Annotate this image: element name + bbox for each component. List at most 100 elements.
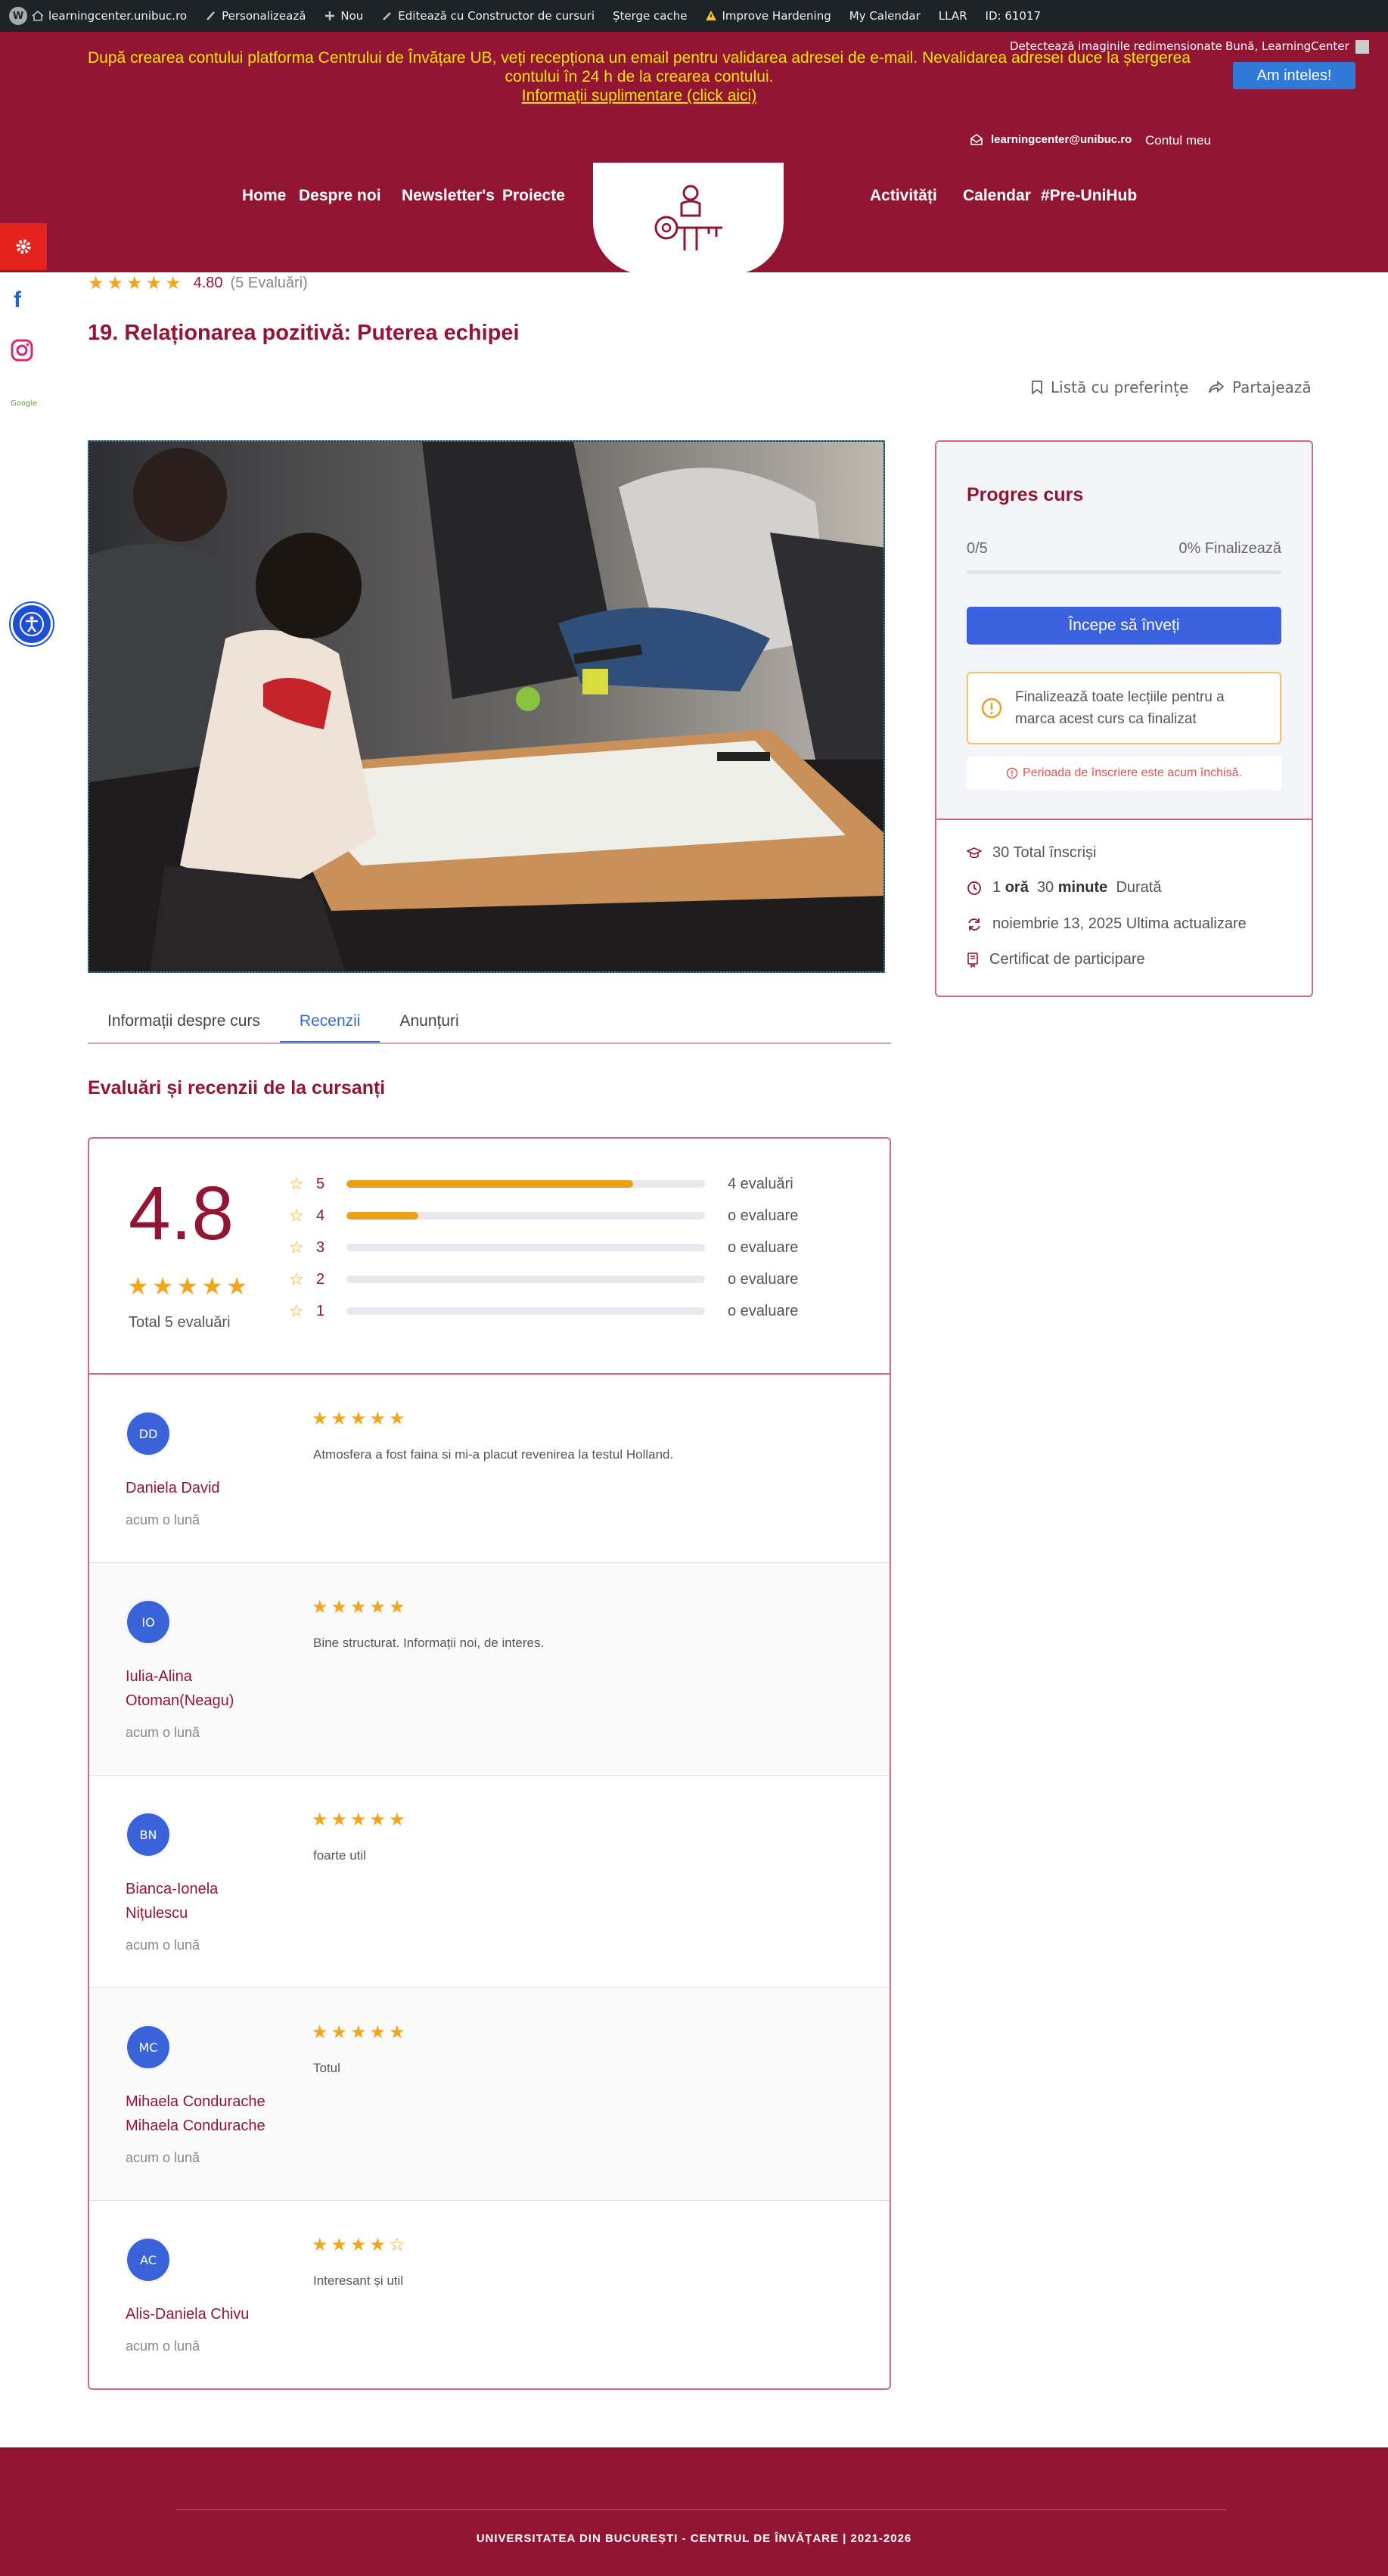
rating-value: 4.80 — [193, 275, 223, 291]
course-rating: ★★★★★ 4.80 (5 Evaluări) — [88, 272, 308, 294]
rating-bar-row: ☆ 1 o evaluare — [289, 1300, 834, 1322]
plus-icon — [325, 11, 335, 20]
rating-bar-label: o evaluare — [728, 1302, 799, 1319]
review-stars: ★★★★★ — [312, 1408, 408, 1429]
home-icon — [32, 10, 44, 21]
my-account-link[interactable]: Contul meu — [1145, 133, 1211, 148]
google-icon[interactable]: Google — [11, 399, 37, 408]
nav-newsletter[interactable]: Newsletter's — [402, 187, 495, 205]
contact-email[interactable]: learningcenter@unibuc.ro — [970, 133, 1132, 146]
average-stars: ★★★★★ — [127, 1272, 251, 1300]
accessibility-icon — [20, 612, 44, 636]
admin-customize-label: Personalizează — [222, 9, 306, 23]
review-item: DD Daniela David acum o lună ★★★★★ Atmos… — [89, 1375, 890, 1563]
nav-home[interactable]: Home — [242, 187, 286, 205]
star-outline-icon: ☆ — [289, 1174, 304, 1193]
wordpress-icon[interactable]: W — [9, 7, 27, 25]
star-outline-icon: ☆ — [289, 1301, 304, 1320]
review-text: Atmosfera a fost faina si mi-a placut re… — [313, 1447, 674, 1462]
wishlist-label: Listă cu preferințe — [1051, 378, 1189, 396]
refresh-icon — [968, 918, 980, 931]
nav-projects[interactable]: Proiecte — [502, 187, 565, 205]
nav-about[interactable]: Despre noi — [299, 187, 381, 205]
duration-hours: 1 — [992, 879, 1001, 896]
reviewer-name[interactable]: Alis-Daniela Chivu — [126, 2302, 269, 2326]
warning-icon — [706, 11, 717, 20]
ack-button[interactable]: Am inteles! — [1233, 62, 1355, 89]
avatar: DD — [126, 1411, 171, 1456]
course-title: 19. Relaționarea pozitivă: Puterea echip… — [88, 321, 520, 345]
review-time: acum o lună — [126, 1725, 200, 1740]
enrollment-closed-notice: Perioada de înscriere este acum închisă. — [967, 757, 1281, 790]
meta-certificate-text: Certificat de participare — [989, 951, 1145, 968]
meta-enrolled: 30 Total înscriși — [967, 844, 1096, 862]
tab-reviews[interactable]: Recenzii — [279, 1003, 380, 1043]
review-time: acum o lună — [126, 1937, 200, 1953]
avatar: IO — [126, 1599, 171, 1645]
start-learning-button[interactable]: Începe să înveți — [967, 607, 1281, 645]
facebook-icon[interactable]: f — [14, 287, 21, 313]
rating-bar-fill — [346, 1180, 634, 1188]
total-ratings: Total 5 evaluări — [129, 1314, 231, 1331]
rating-summary: 4.8 ★★★★★ Total 5 evaluări ☆ 5 4 evaluăr… — [89, 1139, 890, 1375]
admin-site-link[interactable]: W learningcenter.unibuc.ro — [0, 0, 196, 32]
rating-bar-track — [346, 1244, 705, 1251]
admin-calendar-label: My Calendar — [849, 9, 921, 23]
progress-count: 0/5 — [967, 540, 988, 557]
rating-count: (5 Evaluări) — [230, 275, 308, 291]
accessibility-button[interactable] — [11, 603, 53, 645]
course-sidebar-card: Progres curs 0/5 0% Finalizează Începe s… — [935, 440, 1313, 997]
reviewer-name[interactable]: Daniela David — [126, 1476, 269, 1500]
reviewer-name[interactable]: Bianca-Ionela Nițulescu — [126, 1877, 269, 1925]
admin-clear-cache[interactable]: Șterge cache — [604, 0, 696, 32]
footer-divider — [175, 2509, 1227, 2510]
instagram-icon[interactable] — [11, 339, 33, 365]
nav-activities[interactable]: Activități — [870, 187, 937, 205]
course-photo — [89, 442, 883, 971]
admin-edit-builder[interactable]: Editează cu Constructor de cursuri — [372, 0, 604, 32]
review-item: IO Iulia-Alina Otoman(Neagu) acum o lună… — [89, 1563, 890, 1776]
admin-hardening[interactable]: Improve Hardening — [696, 0, 840, 32]
reviewer-name[interactable]: Iulia-Alina Otoman(Neagu) — [126, 1664, 269, 1713]
envelope-icon — [970, 133, 983, 145]
reviews-heading: Evaluări și recenzii de la cursanți — [88, 1077, 386, 1098]
share-button[interactable]: Partajează — [1208, 378, 1312, 396]
meta-certificate: Certificat de participare — [967, 951, 1145, 968]
rating-bar-star: 1 — [316, 1302, 325, 1319]
star-outline-icon: ☆ — [289, 1206, 304, 1225]
rating-bar-track — [346, 1180, 705, 1188]
rating-bar-row: ☆ 2 o evaluare — [289, 1268, 834, 1291]
alert-circle-icon — [981, 698, 1002, 719]
review-text: Bine structurat. Informații noi, de inte… — [313, 1636, 545, 1650]
rating-bar-track — [346, 1276, 705, 1283]
rating-bar-label: o evaluare — [728, 1207, 799, 1224]
nav-prehub[interactable]: #Pre-UniHub — [1041, 187, 1137, 205]
admin-calendar[interactable]: My Calendar — [840, 0, 930, 32]
nav-calendar[interactable]: Calendar — [963, 187, 1031, 205]
reviewer-name[interactable]: Mihaela Condurache Mihaela Condurache — [126, 2090, 269, 2138]
meta-enrolled-text: 30 Total înscriși — [992, 844, 1097, 861]
progress-title: Progres curs — [967, 484, 1084, 505]
review-time: acum o lună — [126, 2150, 200, 2165]
admin-llar[interactable]: LLAR — [930, 0, 977, 32]
review-stars: ★★★★☆ — [312, 2234, 408, 2255]
graduation-cap-icon — [967, 847, 982, 858]
admin-customize[interactable]: Personalizează — [196, 0, 315, 32]
rating-bar-track — [346, 1212, 705, 1220]
rating-bar-row: ☆ 4 o evaluare — [289, 1204, 834, 1227]
wishlist-button[interactable]: Listă cu preferințe — [1031, 378, 1188, 396]
email-label: learningcenter@unibuc.ro — [991, 133, 1132, 146]
rating-bar-star: 5 — [316, 1175, 325, 1192]
tab-announcements[interactable]: Anunțuri — [380, 1003, 478, 1043]
site-logo[interactable] — [593, 163, 784, 275]
avatar-icon — [1355, 39, 1370, 54]
user-greeting[interactable]: Bună, LearningCenter — [1225, 39, 1370, 54]
star-outline-icon: ☆ — [289, 1238, 304, 1257]
notice-more-link[interactable]: Informații suplimentare (click aici) — [522, 86, 756, 105]
tab-course-info[interactable]: Informații despre curs — [88, 1003, 280, 1043]
admin-edit-builder-label: Editează cu Constructor de cursuri — [398, 9, 595, 23]
rating-bar-star: 2 — [316, 1270, 325, 1288]
admin-new[interactable]: Nou — [315, 0, 372, 32]
settings-gear-button[interactable] — [0, 223, 47, 270]
admin-clear-cache-label: Șterge cache — [612, 9, 688, 23]
